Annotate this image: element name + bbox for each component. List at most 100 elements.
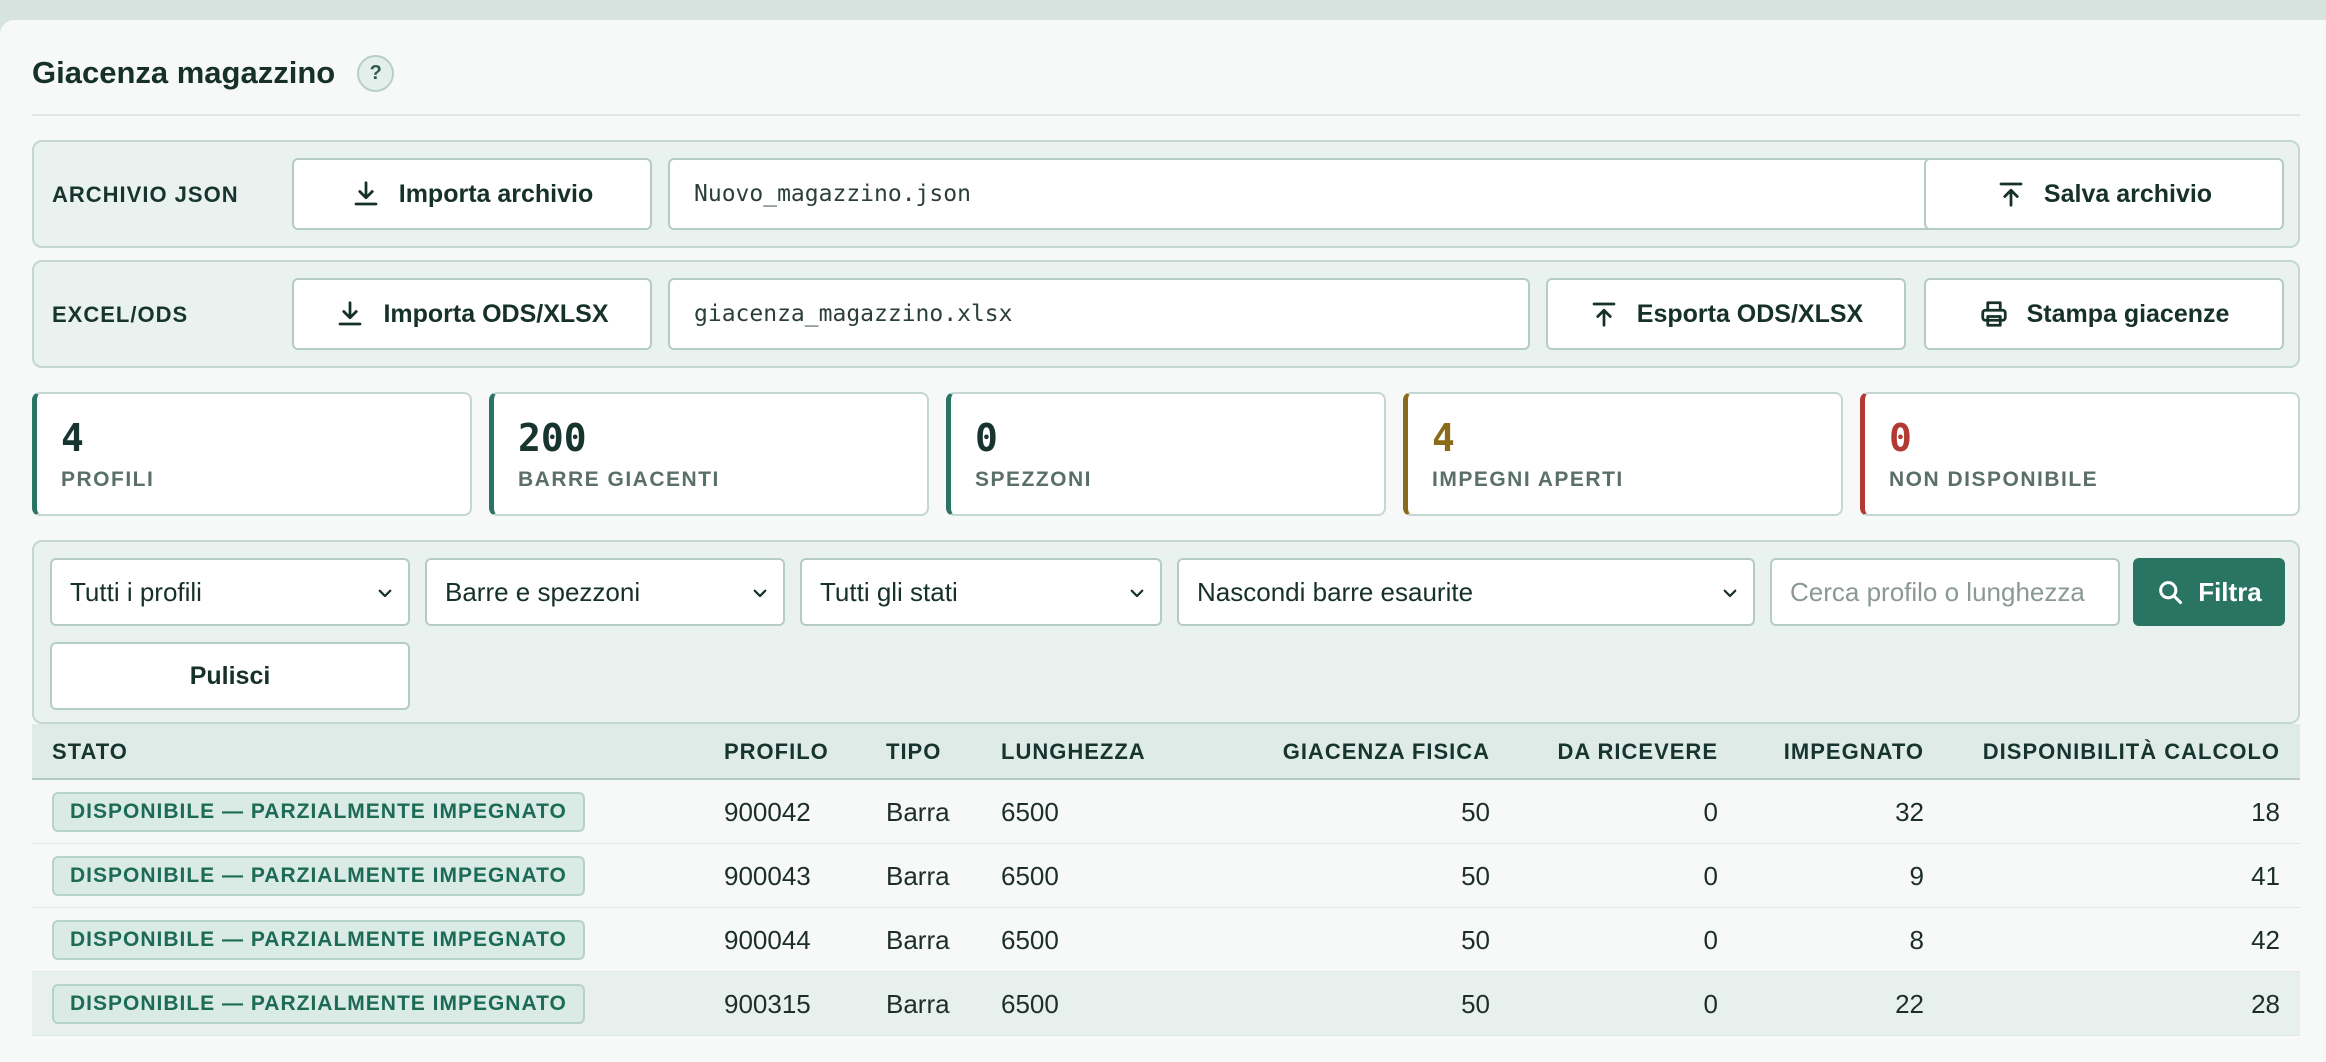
column-header-length[interactable]: LUNGHEZZA [1001, 724, 1146, 780]
cell-committed: 22 [1895, 989, 1924, 1019]
stat-label: SPEZZONI [975, 468, 1093, 491]
stat-value: 4 [1432, 416, 1455, 460]
cell-type: Barra [886, 989, 950, 1019]
save-archive-button[interactable]: Salva archivio [1924, 158, 2284, 230]
status-badge: DISPONIBILE — PARZIALMENTE IMPEGNATO [52, 984, 585, 1024]
filter-button-label: Filtra [2198, 576, 2262, 607]
stat-unavailable: 0 NON DISPONIBILE [1860, 392, 2300, 516]
import-archive-label: Importa archivio [398, 179, 594, 208]
cell-profile: 900043 [724, 861, 811, 891]
profile-select-value: Tutti i profili [70, 576, 202, 607]
search-icon [2159, 581, 2183, 605]
export-excel-button[interactable]: Esporta ODS/XLSX [1546, 278, 1906, 350]
chevron-down-icon [1723, 589, 1737, 598]
excel-filename-field[interactable]: giacenza_magazzino.xlsx [668, 278, 1530, 350]
cell-type: Barra [886, 797, 950, 827]
table-row[interactable]: DISPONIBILE — PARZIALMENTE IMPEGNATO 900… [32, 908, 2300, 972]
cell-physical-stock: 50 [1461, 925, 1490, 955]
cell-profile: 900044 [724, 925, 811, 955]
status-badge: DISPONIBILE — PARZIALMENTE IMPEGNATO [52, 792, 585, 832]
stat-open-commitments: 4 IMPEGNI APERTI [1403, 392, 1843, 516]
page-header: Giacenza magazzino ? [32, 48, 395, 98]
column-header-committed[interactable]: IMPEGNATO [1722, 724, 1924, 780]
archive-filename-field[interactable]: Nuovo_magazzino.json [668, 158, 1942, 230]
cell-type: Barra [886, 925, 950, 955]
stat-value: 0 [1889, 416, 1912, 460]
import-excel-label: Importa ODS/XLSX [383, 299, 609, 328]
cell-incoming: 0 [1703, 925, 1718, 955]
cell-physical-stock: 50 [1461, 861, 1490, 891]
cell-availability: 28 [2251, 989, 2280, 1019]
type-select[interactable]: Barre e spezzoni [425, 558, 785, 626]
print-stock-label: Stampa giacenze [2026, 299, 2230, 328]
cell-incoming: 0 [1703, 989, 1718, 1019]
cell-type: Barra [886, 861, 950, 891]
cell-incoming: 0 [1703, 861, 1718, 891]
status-badge: DISPONIBILE — PARZIALMENTE IMPEGNATO [52, 920, 585, 960]
chevron-down-icon [378, 589, 392, 598]
profile-select[interactable]: Tutti i profili [50, 558, 410, 626]
column-header-physical-stock[interactable]: GIACENZA FISICA [1182, 724, 1490, 780]
status-select-value: Tutti gli stati [820, 576, 958, 607]
search-input[interactable] [1770, 558, 2120, 626]
column-header-incoming[interactable]: DA RICEVERE [1492, 724, 1718, 780]
cell-length: 6500 [1001, 925, 1059, 955]
excel-row: EXCEL/ODS Importa ODS/XLSX giacenza_maga… [32, 260, 2300, 368]
upload-icon [1999, 182, 2023, 207]
filter-bar: Tutti i profili Barre e spezzoni Tutti g… [32, 540, 2300, 724]
stat-offcuts: 0 SPEZZONI [946, 392, 1386, 516]
import-excel-button[interactable]: Importa ODS/XLSX [292, 278, 652, 350]
table-header: STATO PROFILO TIPO LUNGHEZZA GIACENZA FI… [32, 724, 2300, 780]
header-divider [32, 114, 2300, 116]
cell-availability: 18 [2251, 797, 2280, 827]
download-icon [339, 301, 362, 326]
filter-button[interactable]: Filtra [2133, 558, 2285, 626]
stat-value: 0 [975, 416, 998, 460]
stat-label: IMPEGNI APERTI [1432, 468, 1624, 491]
exhausted-bars-select-value: Nascondi barre esaurite [1197, 576, 1474, 607]
stat-label: NON DISPONIBILE [1889, 468, 2099, 491]
column-header-profile[interactable]: PROFILO [724, 724, 829, 780]
page-title: Giacenza magazzino [32, 55, 336, 90]
stock-table: STATO PROFILO TIPO LUNGHEZZA GIACENZA FI… [32, 724, 2300, 1036]
table-row[interactable]: DISPONIBILE — PARZIALMENTE IMPEGNATO 900… [32, 844, 2300, 908]
exhausted-bars-select[interactable]: Nascondi barre esaurite [1177, 558, 1755, 626]
table-row[interactable]: DISPONIBILE — PARZIALMENTE IMPEGNATO 900… [32, 780, 2300, 844]
json-archive-label: ARCHIVIO JSON [52, 182, 239, 207]
cell-length: 6500 [1001, 797, 1059, 827]
stat-label: BARRE GIACENTI [518, 468, 720, 491]
cell-profile: 900042 [724, 797, 811, 827]
clear-button[interactable]: Pulisci [50, 642, 410, 710]
cell-profile: 900315 [724, 989, 811, 1019]
cell-incoming: 0 [1703, 797, 1718, 827]
clear-button-label: Pulisci [189, 661, 271, 690]
column-header-status[interactable]: STATO [52, 724, 128, 780]
save-archive-label: Salva archivio [2043, 179, 2213, 208]
json-archive-row: ARCHIVIO JSON Importa archivio Nuovo_mag… [32, 140, 2300, 248]
status-select[interactable]: Tutti gli stati [800, 558, 1162, 626]
stat-bars-in-stock: 200 BARRE GIACENTI [489, 392, 929, 516]
excel-label: EXCEL/ODS [52, 302, 189, 327]
column-header-availability[interactable]: DISPONIBILITÀ CALCOLO [1932, 724, 2280, 780]
import-archive-button[interactable]: Importa archivio [292, 158, 652, 230]
cell-length: 6500 [1001, 861, 1059, 891]
cell-committed: 32 [1895, 797, 1924, 827]
stat-value: 200 [518, 416, 587, 460]
stat-profiles: 4 PROFILI [32, 392, 472, 516]
stat-value: 4 [61, 416, 84, 460]
column-header-type[interactable]: TIPO [886, 724, 941, 780]
cell-physical-stock: 50 [1461, 989, 1490, 1019]
cell-availability: 42 [2251, 925, 2280, 955]
chevron-down-icon [1130, 589, 1144, 598]
download-icon [354, 181, 378, 206]
printer-icon [1980, 301, 2007, 327]
help-button[interactable]: ? [357, 54, 395, 92]
upload-icon [1592, 302, 1616, 327]
chevron-down-icon [753, 589, 767, 598]
stat-label: PROFILI [61, 468, 155, 491]
print-stock-button[interactable]: Stampa giacenze [1924, 278, 2284, 350]
cell-availability: 41 [2251, 861, 2280, 891]
table-row[interactable]: DISPONIBILE — PARZIALMENTE IMPEGNATO 900… [32, 972, 2300, 1036]
cell-length: 6500 [1001, 989, 1059, 1019]
export-excel-label: Esporta ODS/XLSX [1636, 299, 1864, 328]
